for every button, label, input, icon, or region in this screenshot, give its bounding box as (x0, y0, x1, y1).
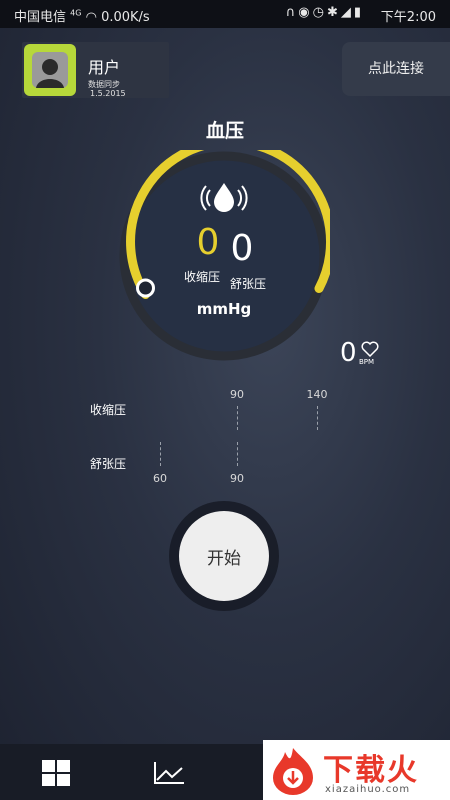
status-time: 下午2:00 (380, 10, 436, 25)
systolic-scale-label: 收缩压 (90, 403, 127, 417)
gauge-ring: 0 0 收缩压 舒张压 mmHg (119, 137, 336, 361)
status-left: 中国电信 4G ◠ 0.00K/s (14, 6, 150, 25)
bpm-unit: BPM (359, 358, 375, 366)
diastolic-tick-60: 60 (153, 472, 167, 485)
status-icons: ∩◉◷✱◢▮ (286, 5, 364, 20)
diastolic-tick-90: 90 (230, 472, 244, 485)
unit-label: mmHg (197, 300, 252, 318)
page-title: 血压 (205, 120, 244, 142)
network-type: 4G (70, 8, 82, 18)
sync-label: 数据同步 (88, 80, 120, 89)
user-silhouette-icon (32, 52, 68, 88)
systolic-tick-140: 140 (306, 388, 328, 401)
watermark: 下载火 xiazaihuo.com (263, 740, 450, 800)
systolic-tick-90: 90 (230, 388, 244, 401)
user-name: 用户 (88, 58, 121, 77)
watermark-url: xiazaihuo.com (325, 784, 411, 795)
systolic-caption: 收缩压 (184, 269, 220, 284)
diastolic-scale-label: 舒张压 (90, 457, 127, 471)
speed-text: 0.00K/s (101, 10, 150, 25)
avatar[interactable] (24, 44, 76, 96)
wifi-icon: ◠ (85, 10, 97, 25)
headphones-icon: ∩ (285, 5, 299, 20)
user-card[interactable]: 用户 数据同步 1.5.2015 (22, 42, 169, 98)
diastolic-tick-line-90 (237, 442, 238, 466)
diastolic-caption: 舒张压 (230, 277, 266, 291)
systolic-value: 0 (197, 222, 220, 263)
flame-logo-icon (267, 746, 319, 800)
carrier-text: 中国电信 (14, 10, 67, 25)
watermark-text: 下载火 (323, 753, 419, 788)
grid-icon[interactable] (42, 760, 70, 790)
signal-icon: ◢ (340, 5, 354, 20)
alarm-icon: ◷ (312, 5, 327, 20)
start-button[interactable]: 开始 (179, 511, 269, 601)
battery-icon: ▮ (353, 5, 364, 20)
pressure-gauge: 0 0 收缩压 舒张压 mmHg (118, 137, 336, 362)
diastolic-tick-line-60 (160, 442, 161, 466)
chart-line-icon[interactable] (154, 762, 184, 788)
eye-icon: ◉ (298, 5, 313, 20)
status-bar: 中国电信 4G ◠ 0.00K/s ∩◉◷✱◢▮ 下午2:00 (0, 0, 450, 28)
diastolic-value: 0 (231, 228, 254, 269)
systolic-tick-line-90 (237, 406, 238, 430)
bluetooth-icon: ✱ (326, 5, 341, 20)
connect-button[interactable]: 点此连接 (342, 42, 450, 96)
gauge-handle[interactable] (136, 278, 155, 298)
sync-date: 1.5.2015 (90, 89, 126, 98)
systolic-tick-line-140 (317, 406, 318, 430)
bpm-value: 0 (340, 338, 357, 368)
